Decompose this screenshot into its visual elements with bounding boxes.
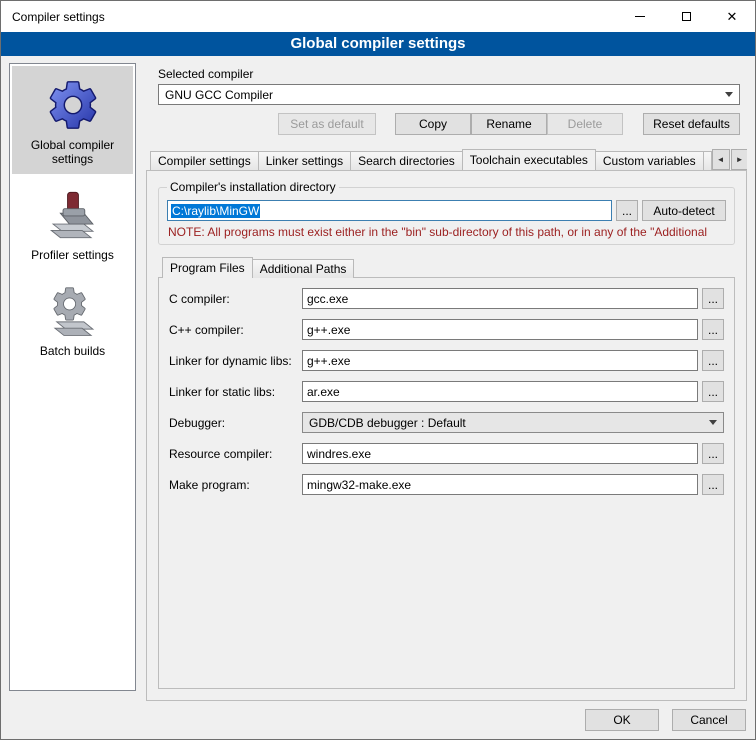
delete-button[interactable]: Delete	[547, 113, 623, 135]
main-panel: Selected compiler GNU GCC Compiler Set a…	[146, 63, 747, 701]
field-row-c-compiler: C compiler: ...	[169, 288, 724, 309]
installation-directory-group: Compiler's installation directory C:\ray…	[158, 187, 735, 245]
field-row-dynamic-linker: Linker for dynamic libs: ...	[169, 350, 724, 371]
minimize-button[interactable]	[617, 1, 663, 32]
close-button[interactable]: ✕	[709, 1, 755, 32]
tab-scroll-controls: ◄ ►	[712, 149, 747, 170]
sidebar-item-global-compiler-settings[interactable]: Global compiler settings	[12, 66, 133, 174]
set-as-default-button[interactable]: Set as default	[278, 113, 376, 135]
installation-directory-note: NOTE: All programs must exist either in …	[168, 225, 726, 239]
tab-compiler-settings[interactable]: Compiler settings	[150, 151, 259, 170]
resource-compiler-browse-button[interactable]: ...	[702, 443, 724, 464]
static-linker-input[interactable]	[302, 381, 698, 402]
chevron-down-icon	[725, 92, 733, 97]
program-files-tabbar: Program Files Additional Paths	[162, 257, 735, 278]
make-program-label: Make program:	[169, 478, 302, 492]
c-compiler-browse-button[interactable]: ...	[702, 288, 724, 309]
reset-defaults-button[interactable]: Reset defaults	[643, 113, 740, 135]
chevron-down-icon	[709, 420, 717, 425]
c-compiler-label: C compiler:	[169, 292, 302, 306]
profiler-icon	[44, 186, 102, 244]
sidebar-item-label: Global compiler settings	[16, 138, 129, 166]
make-program-browse-button[interactable]: ...	[702, 474, 724, 495]
resource-compiler-input[interactable]	[302, 443, 698, 464]
tab-scroll-right-button[interactable]: ►	[731, 149, 747, 170]
cpp-compiler-input[interactable]	[302, 319, 698, 340]
field-row-static-linker: Linker for static libs: ...	[169, 381, 724, 402]
dialog-content: Global compiler settings Profiler settin…	[1, 56, 755, 701]
installation-directory-input[interactable]: C:\raylib\MinGW	[167, 200, 612, 221]
field-row-make-program: Make program: ...	[169, 474, 724, 495]
window-controls: ✕	[617, 1, 755, 32]
tab-additional-paths[interactable]: Additional Paths	[252, 259, 355, 278]
field-row-cpp-compiler: C++ compiler: ...	[169, 319, 724, 340]
tab-program-files[interactable]: Program Files	[162, 257, 253, 278]
gear-blue-icon	[44, 76, 102, 134]
dialog-footer: OK Cancel	[1, 701, 755, 739]
installation-directory-browse-button[interactable]: ...	[616, 200, 638, 221]
cancel-button[interactable]: Cancel	[672, 709, 746, 731]
settings-sidebar: Global compiler settings Profiler settin…	[9, 63, 136, 691]
c-compiler-input[interactable]	[302, 288, 698, 309]
copy-button[interactable]: Copy	[395, 113, 471, 135]
sidebar-item-label: Batch builds	[40, 344, 105, 358]
tab-toolchain-executables[interactable]: Toolchain executables	[462, 149, 596, 170]
sidebar-item-label: Profiler settings	[31, 248, 114, 262]
sidebar-item-batch-builds[interactable]: Batch builds	[12, 272, 133, 366]
debugger-select[interactable]: GDB/CDB debugger : Default	[302, 412, 724, 433]
selected-compiler-label: Selected compiler	[158, 67, 740, 81]
maximize-button[interactable]	[663, 1, 709, 32]
compiler-button-row: Set as default Copy Rename Delete Reset …	[158, 113, 740, 135]
dynamic-linker-label: Linker for dynamic libs:	[169, 354, 302, 368]
installation-directory-value: C:\raylib\MinGW	[171, 204, 260, 218]
debugger-value: GDB/CDB debugger : Default	[309, 416, 466, 430]
right-arrow-icon: ►	[736, 155, 744, 164]
field-row-resource-compiler: Resource compiler: ...	[169, 443, 724, 464]
selected-compiler-value: GNU GCC Compiler	[165, 88, 273, 102]
close-icon: ✕	[727, 10, 738, 23]
tab-search-directories[interactable]: Search directories	[350, 151, 463, 170]
left-arrow-icon: ◄	[717, 155, 725, 164]
compiler-settings-window: Compiler settings ✕ Global compiler sett…	[0, 0, 756, 740]
dialog-header: Global compiler settings	[1, 32, 755, 56]
tab-scroll-left-button[interactable]: ◄	[712, 149, 730, 170]
tab-custom-variables[interactable]: Custom variables	[595, 151, 704, 170]
tab-linker-settings[interactable]: Linker settings	[258, 151, 351, 170]
selected-compiler-select[interactable]: GNU GCC Compiler	[158, 84, 740, 105]
cpp-compiler-label: C++ compiler:	[169, 323, 302, 337]
window-title: Compiler settings	[1, 10, 105, 24]
rename-button[interactable]: Rename	[471, 113, 547, 135]
debugger-label: Debugger:	[169, 416, 302, 430]
resource-compiler-label: Resource compiler:	[169, 447, 302, 461]
sidebar-item-profiler-settings[interactable]: Profiler settings	[12, 176, 133, 270]
program-files-page: C compiler: ... C++ compiler: ... Linker…	[158, 277, 735, 689]
minimize-icon	[635, 16, 645, 17]
static-linker-browse-button[interactable]: ...	[702, 381, 724, 402]
tab-build-options[interactable]: Build	[703, 151, 712, 170]
make-program-input[interactable]	[302, 474, 698, 495]
dynamic-linker-input[interactable]	[302, 350, 698, 371]
dynamic-linker-browse-button[interactable]: ...	[702, 350, 724, 371]
cpp-compiler-browse-button[interactable]: ...	[702, 319, 724, 340]
installation-directory-group-label: Compiler's installation directory	[167, 180, 339, 194]
titlebar: Compiler settings ✕	[1, 1, 755, 32]
batch-builds-icon	[44, 282, 102, 340]
installation-directory-row: C:\raylib\MinGW ... Auto-detect	[167, 200, 726, 221]
ok-button[interactable]: OK	[585, 709, 659, 731]
maximize-icon	[682, 12, 691, 21]
static-linker-label: Linker for static libs:	[169, 385, 302, 399]
field-row-debugger: Debugger: GDB/CDB debugger : Default	[169, 412, 724, 433]
settings-tabbar: Compiler settings Linker settings Search…	[150, 149, 747, 170]
toolchain-executables-page: Compiler's installation directory C:\ray…	[146, 170, 747, 701]
auto-detect-button[interactable]: Auto-detect	[642, 200, 726, 221]
